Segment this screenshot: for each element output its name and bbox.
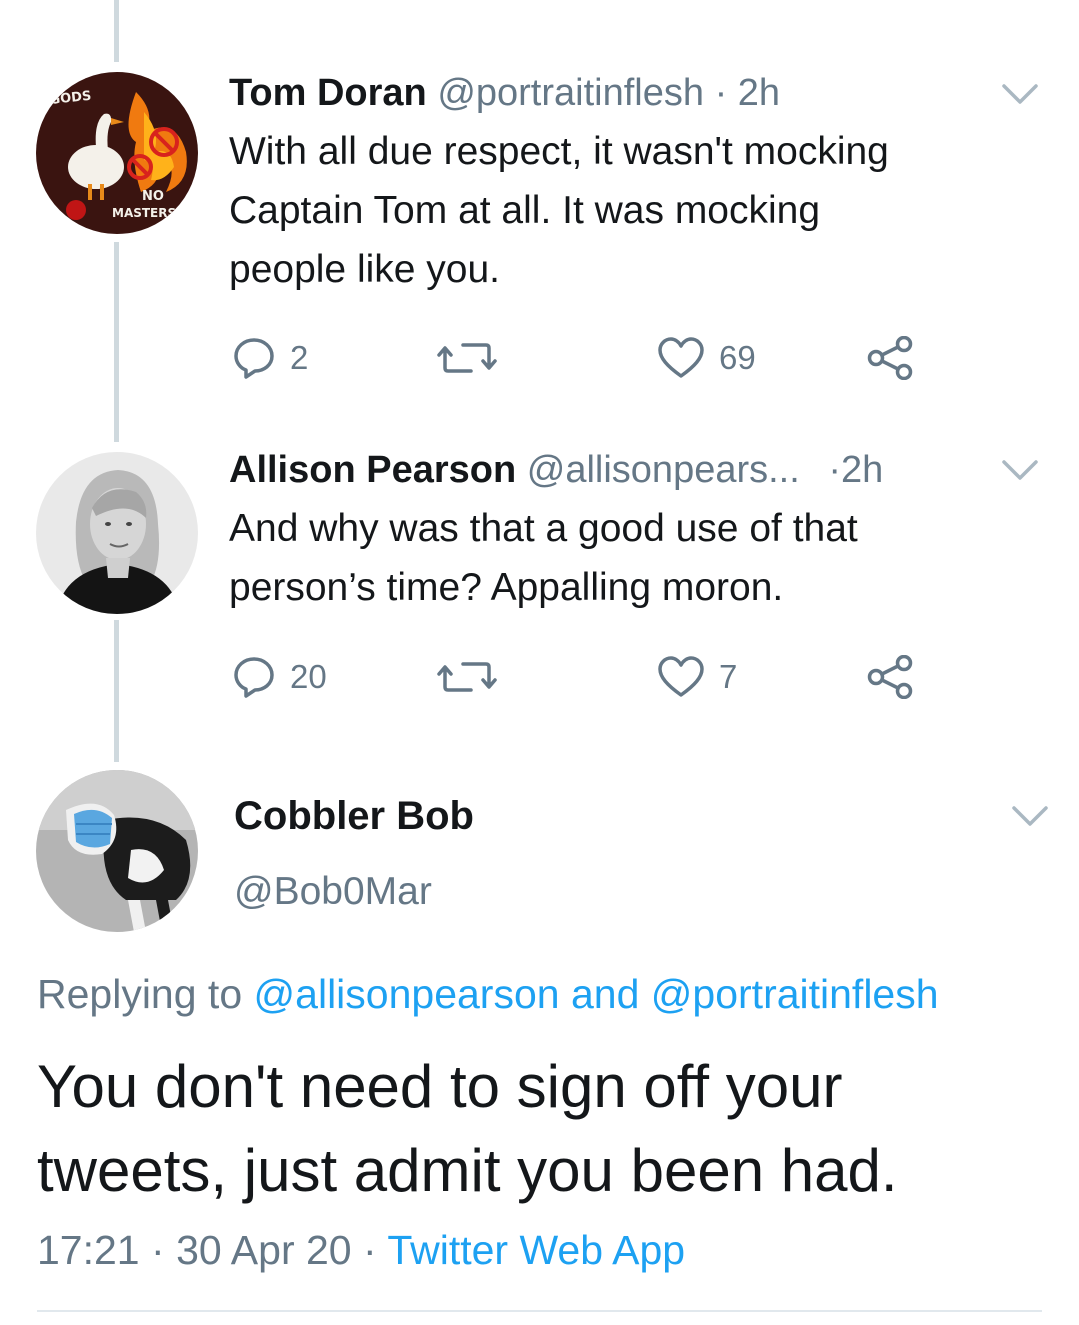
mention-link[interactable]: @allisonpearson [254, 971, 560, 1017]
tweet-text: With all due respect, it wasn't mocking … [229, 122, 889, 299]
reply-count: 2 [290, 339, 309, 376]
avatar-masked-dog-image [36, 770, 198, 932]
display-name[interactable]: Cobbler Bob [234, 792, 474, 840]
avatar-goose-fire-image: GODS NO MASTERS [36, 72, 198, 234]
avatar[interactable]: GODS NO MASTERS [36, 72, 198, 234]
like-count: 7 [719, 658, 738, 695]
replying-prefix: Replying to [37, 971, 243, 1017]
svg-text:MASTERS: MASTERS [112, 206, 176, 220]
user-handle[interactable]: @allisonpears... [527, 449, 800, 491]
source-link[interactable]: Twitter Web App [387, 1227, 685, 1273]
reply-count: 20 [290, 658, 327, 695]
tweet-text-line: person’s time? Appalling moron. [229, 566, 784, 609]
tweet-text-line: Captain Tom at all. It was mocking [229, 189, 821, 232]
chevron-down-icon[interactable] [1010, 802, 1050, 830]
reply-bubble-icon [234, 657, 274, 698]
thread-line-1 [114, 242, 119, 442]
retweet-button[interactable] [437, 338, 497, 378]
share-icon [867, 655, 913, 699]
timestamp[interactable]: 2h [841, 449, 883, 491]
tweet-text: And why was that a good use of that pers… [229, 499, 858, 617]
retweet-button[interactable] [437, 657, 497, 697]
tweet-date: 30 Apr 20 [176, 1227, 352, 1273]
display-name[interactable]: Allison Pearson [229, 449, 516, 491]
tweet-text-line: And why was that a good use of that [229, 507, 858, 550]
tweet-text-line: tweets, just admit you been had. [37, 1137, 898, 1204]
thread-line-top [114, 0, 119, 62]
reply-button[interactable]: 2 [232, 336, 308, 380]
separator-dot: · [363, 1227, 377, 1273]
tweet-header: Tom Doran @portraitinflesh · 2h [229, 70, 780, 116]
chevron-down-icon[interactable] [1000, 80, 1040, 108]
separator-dot: · [828, 449, 842, 491]
tweet-text: You don't need to sign off your tweets, … [37, 1045, 898, 1213]
tweet-header: Allison Pearson @allisonpears... ·2h [229, 447, 883, 493]
retweet-icon [437, 662, 497, 692]
user-handle[interactable]: @portraitinflesh [437, 72, 704, 114]
separator-dot: · [714, 72, 728, 114]
reply-button[interactable]: 20 [232, 655, 327, 699]
like-button[interactable]: 69 [657, 336, 756, 380]
retweet-icon [437, 343, 497, 373]
display-name[interactable]: Tom Doran [229, 72, 427, 114]
separator-dot: · [151, 1227, 165, 1273]
share-button[interactable] [866, 336, 914, 380]
mention-link[interactable]: @portraitinflesh [651, 971, 939, 1017]
heart-icon [658, 656, 704, 697]
tweet-text-line: people like you. [229, 248, 501, 291]
tweet-text-line: With all due respect, it wasn't mocking [229, 130, 889, 173]
replying-and[interactable]: and [571, 971, 639, 1017]
like-button[interactable]: 7 [657, 655, 737, 699]
replying-to: Replying to @allisonpearson and @portrai… [37, 968, 939, 1020]
tweet-time: 17:21 [37, 1227, 140, 1273]
tweet-text-line: You don't need to sign off your [37, 1053, 843, 1120]
timestamp[interactable]: 2h [738, 72, 780, 114]
share-icon [867, 336, 913, 380]
user-handle[interactable]: @Bob0Mar [234, 868, 432, 916]
avatar[interactable] [36, 452, 198, 614]
svg-text:NO: NO [142, 189, 164, 204]
share-button[interactable] [866, 655, 914, 699]
divider [37, 1310, 1042, 1312]
thread-line-2 [114, 620, 119, 762]
avatar[interactable] [36, 770, 198, 932]
heart-icon [658, 337, 704, 378]
like-count: 69 [719, 339, 756, 376]
avatar-portrait-image [36, 452, 198, 614]
reply-bubble-icon [234, 338, 274, 379]
tweet-meta: 17:21 · 30 Apr 20 · Twitter Web App [37, 1224, 685, 1276]
chevron-down-icon[interactable] [1000, 456, 1040, 484]
